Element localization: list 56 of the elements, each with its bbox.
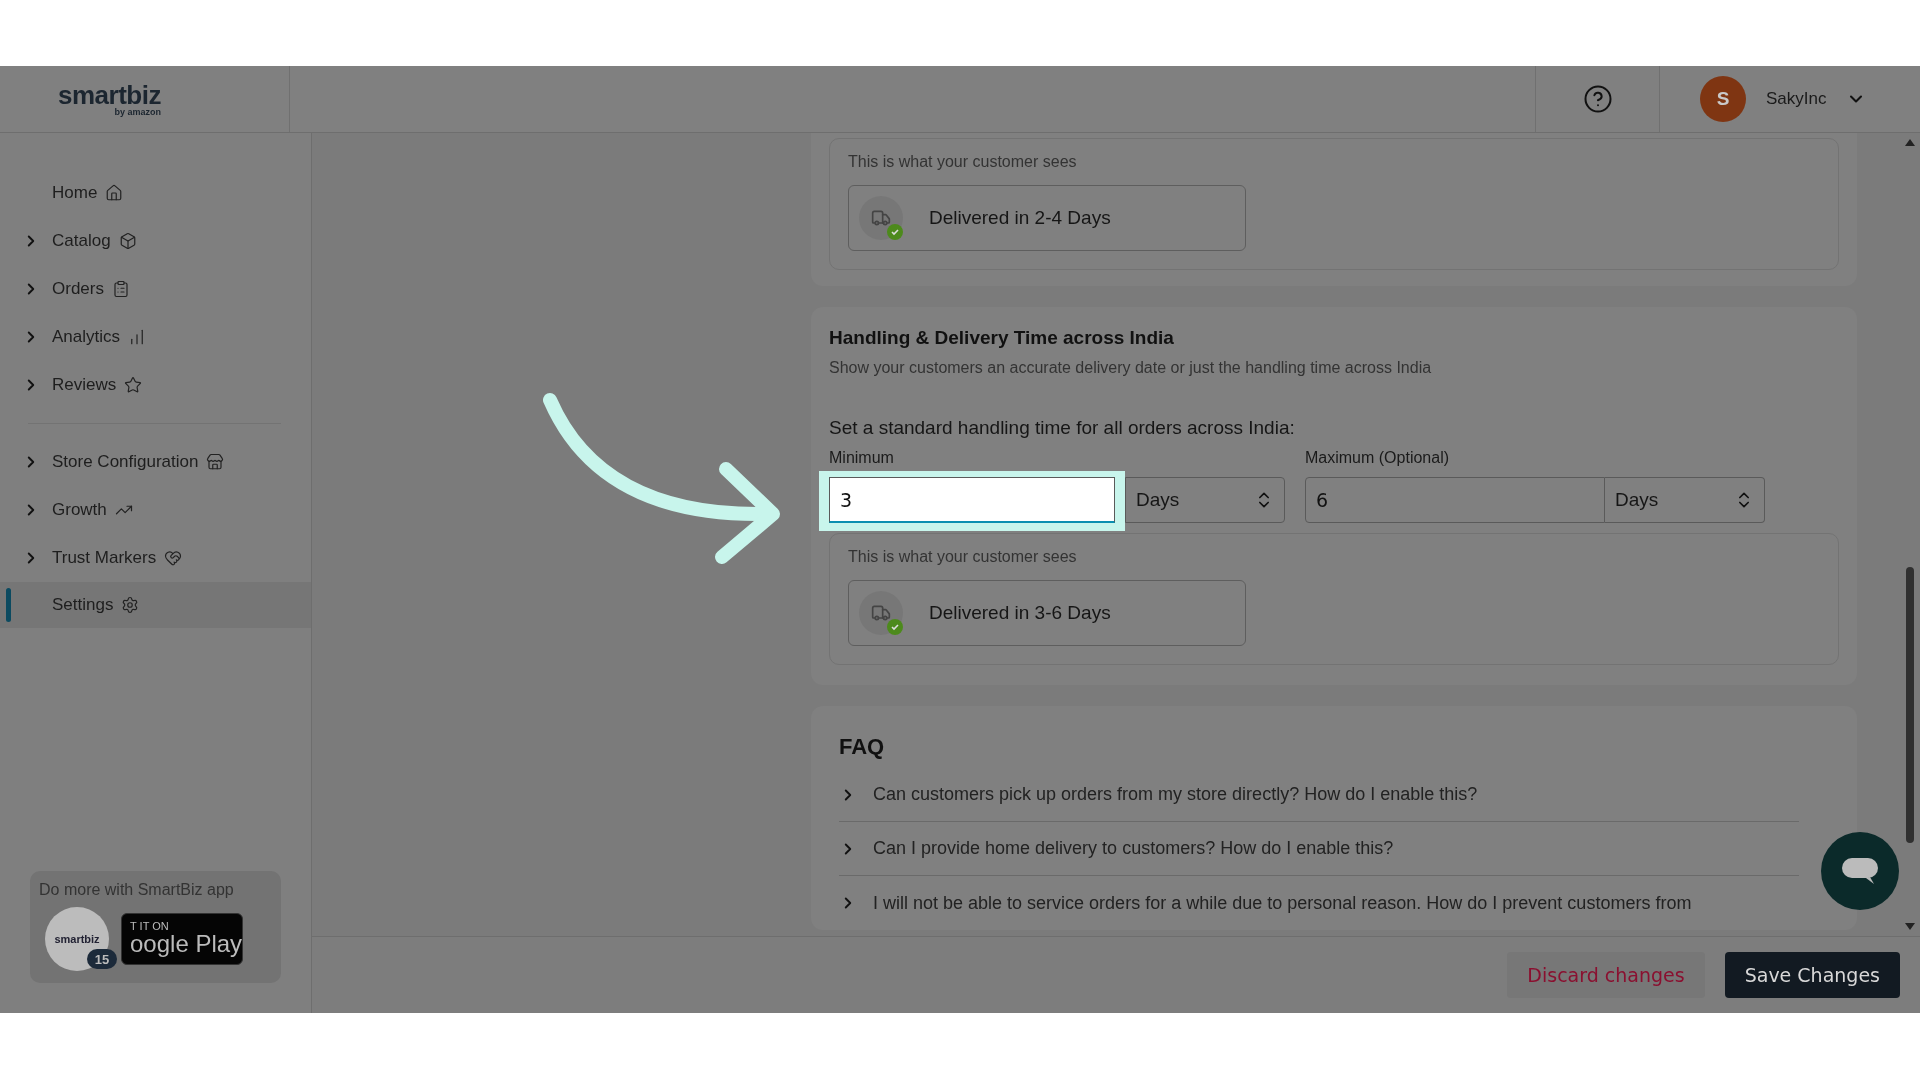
nav-item[interactable]: Trust Markers [0, 534, 311, 582]
unit-select[interactable]: Days [1125, 477, 1285, 523]
promo-title: Do more with SmartBiz app [39, 881, 235, 899]
user-avatar[interactable]: S [1700, 76, 1746, 122]
clipboard-icon [111, 280, 130, 298]
section-subtitle: Show your customers an accurate delivery date or just the handling time across India [829, 359, 1433, 377]
truck-check-icon [859, 196, 903, 240]
user-name[interactable]: SakyInc [1766, 89, 1827, 109]
delivery-text: Delivered in 3-6 Days [929, 602, 1111, 624]
brand-logo[interactable]: smartbiz by amazon [58, 81, 161, 117]
number-input[interactable]: 6 [1305, 477, 1605, 523]
nav-item[interactable]: Settings [0, 582, 311, 628]
faq-question: I will not be able to service orders for a while due to personal reason. How do I prevent customers from [873, 892, 1692, 914]
faq-item[interactable]: Can customers pick up orders from my store directly? How do I enable this? [839, 768, 1799, 822]
faq-title: FAQ [839, 734, 886, 760]
nav-item[interactable]: Store Configuration [0, 438, 311, 486]
help-icon[interactable] [1582, 84, 1613, 114]
nav-item[interactable]: Reviews [0, 361, 311, 409]
nav-item[interactable]: Growth [0, 486, 311, 534]
truck-check-icon [859, 591, 903, 635]
nav-item[interactable]: Analytics [0, 313, 311, 361]
nav-item[interactable]: Home [0, 169, 311, 217]
nav-item[interactable]: Orders [0, 265, 311, 313]
preview-caption: This is what your customer sees [848, 548, 1078, 566]
nav-label: Catalog [52, 231, 111, 251]
nav-label: Analytics [52, 327, 121, 347]
preview-caption: This is what your customer sees [848, 153, 1078, 171]
field-label: Maximum (Optional) [1305, 449, 1451, 467]
faq-question: Can customers pick up orders from my store directly? How do I enable this? [873, 784, 1478, 805]
nav-label: Reviews [52, 375, 117, 395]
nav-label: Orders [52, 279, 104, 299]
store-icon [206, 453, 225, 471]
faq-item[interactable]: Can I provide home delivery to customers? How do I enable this? [839, 822, 1799, 876]
store-badge[interactable]: T IT ON oogle Play [121, 913, 243, 965]
faq-item[interactable]: I will not be able to service orders for a while due to personal reason. How do I prevent customers from [839, 876, 1799, 930]
delivery-text: Delivered in 2-4 Days [929, 207, 1111, 229]
count-badge: 15 [87, 949, 117, 969]
heart-handshake-icon [164, 549, 183, 567]
nav-label: Settings [52, 595, 114, 615]
number-input[interactable]: 3 [829, 477, 1115, 523]
unit-select[interactable]: Days [1605, 477, 1765, 523]
box-icon [118, 232, 137, 250]
nav-label: Home [52, 183, 98, 203]
save-button[interactable]: Save Changes [1724, 952, 1900, 998]
settings-icon [121, 596, 140, 614]
nav-item[interactable]: Catalog [0, 217, 311, 265]
field-label: Minimum [829, 449, 895, 467]
star-icon [124, 376, 143, 394]
faq-question: Can I provide home delivery to customers? How do I enable this? [873, 838, 1394, 859]
handling-prompt: Set a standard handling time for all orders across India: [829, 417, 1296, 439]
house-icon [105, 184, 124, 202]
section-title: Handling & Delivery Time across India [829, 327, 1175, 349]
nav-label: Growth [52, 500, 107, 520]
nav-label: Store Configuration [52, 452, 199, 472]
nav-label: Trust Markers [52, 548, 157, 568]
discard-button[interactable]: Discard changes [1507, 952, 1705, 998]
